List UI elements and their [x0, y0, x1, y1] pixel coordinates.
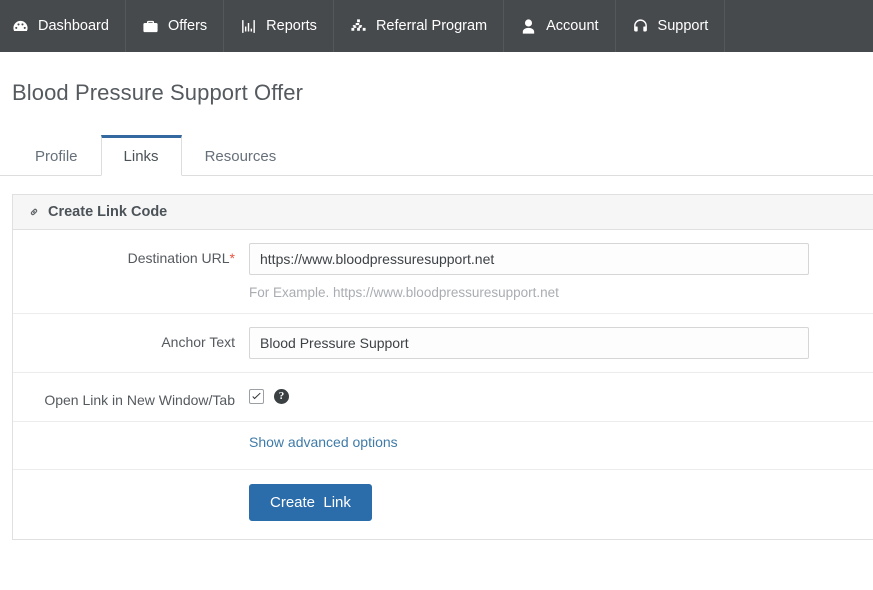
- create-link-code-panel: Create Link Code Destination URL* For Ex…: [12, 194, 873, 540]
- form-row-destination-url: Destination URL* For Example. https://ww…: [13, 230, 873, 314]
- destination-url-help: For Example. https://www.bloodpressuresu…: [249, 285, 559, 300]
- anchor-text-input[interactable]: [249, 327, 809, 359]
- panel-heading: Create Link Code: [13, 195, 873, 230]
- anchor-text-control: [249, 327, 873, 359]
- anchor-text-label: Anchor Text: [161, 334, 235, 350]
- nav-item-account[interactable]: Account: [504, 0, 616, 52]
- form-row-anchor-text: Anchor Text: [13, 314, 873, 373]
- tab-label: Links: [123, 148, 159, 165]
- form-row-open-new-window: Open Link in New Window/Tab ?: [13, 373, 873, 422]
- open-new-window-label: Open Link in New Window/Tab: [44, 392, 235, 408]
- question-circle-icon[interactable]: ?: [274, 389, 289, 404]
- dashboard-icon: [12, 18, 29, 35]
- panel-heading-label: Create Link Code: [48, 204, 168, 220]
- nav-item-referral-program[interactable]: Referral Program: [334, 0, 505, 52]
- tab-links[interactable]: Links: [100, 135, 182, 176]
- checkmark-icon: [252, 392, 261, 400]
- create-link-button[interactable]: Create Link: [249, 484, 372, 521]
- destination-url-label: Destination URL*: [13, 243, 249, 267]
- nav-item-support[interactable]: Support: [616, 0, 726, 52]
- nav-item-label: Reports: [266, 18, 317, 34]
- tab-bar: Profile Links Resources: [0, 135, 873, 176]
- bar-chart-icon: [240, 18, 257, 35]
- form-row-submit: Create Link: [13, 470, 873, 539]
- nav-item-label: Offers: [167, 18, 208, 34]
- submit-spacer: [13, 484, 249, 490]
- open-new-window-control: ?: [249, 385, 873, 404]
- submit-control: Create Link: [249, 484, 873, 521]
- advanced-options-spacer: [13, 434, 249, 440]
- required-asterisk: *: [229, 250, 235, 266]
- open-new-window-checkbox-wrap: ?: [249, 385, 873, 404]
- tab-label: Profile: [35, 148, 78, 165]
- panel-body: Destination URL* For Example. https://ww…: [13, 230, 873, 539]
- nav-item-dashboard[interactable]: Dashboard: [0, 0, 126, 52]
- nav-item-reports[interactable]: Reports: [224, 0, 334, 52]
- destination-url-control: For Example. https://www.bloodpressuresu…: [249, 243, 873, 300]
- show-advanced-options-link[interactable]: Show advanced options: [249, 434, 398, 450]
- form-row-advanced-options: Show advanced options: [13, 422, 873, 470]
- destination-url-input[interactable]: [249, 243, 809, 275]
- nav-item-label: Referral Program: [375, 18, 488, 34]
- nav-item-label: Dashboard: [38, 18, 109, 34]
- destination-url-label-text: Destination URL: [127, 250, 230, 266]
- user-icon: [520, 18, 537, 35]
- headset-icon: [632, 18, 649, 35]
- tab-label: Resources: [204, 148, 277, 165]
- link-icon: [27, 205, 41, 219]
- tab-resources[interactable]: Resources: [182, 136, 300, 176]
- nav-item-label: Account: [546, 18, 599, 34]
- tab-profile[interactable]: Profile: [12, 136, 101, 176]
- sitemap-icon: [350, 18, 367, 35]
- briefcase-icon: [142, 18, 159, 35]
- nav-item-offers[interactable]: Offers: [126, 0, 225, 52]
- nav-item-label: Support: [657, 18, 709, 34]
- page-title: Blood Pressure Support Offer: [12, 80, 303, 105]
- main-navbar: Dashboard Offers Reports Referral Progra…: [0, 0, 873, 52]
- advanced-options-control: Show advanced options: [249, 434, 873, 452]
- open-new-window-checkbox[interactable]: [249, 389, 264, 404]
